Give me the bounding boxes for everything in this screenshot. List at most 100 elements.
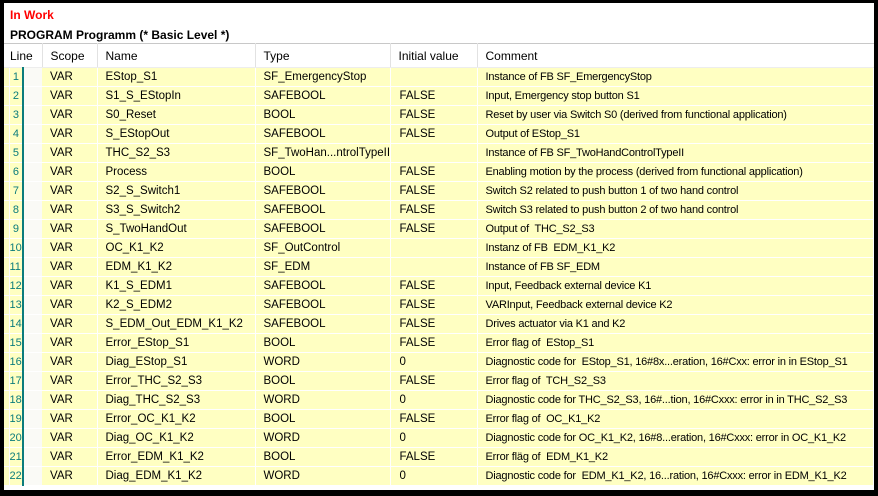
name-cell[interactable]: Diag_EDM_K1_K2 xyxy=(97,467,255,486)
line-number[interactable]: 19 xyxy=(9,410,23,429)
line-number[interactable]: 3 xyxy=(9,106,23,125)
line-number[interactable]: 7 xyxy=(9,182,23,201)
type-cell[interactable]: BOOL xyxy=(255,334,390,353)
breakpoint-gutter[interactable] xyxy=(23,106,42,125)
type-cell[interactable]: SAFEBOOL xyxy=(255,277,390,296)
initial-value-cell[interactable]: FALSE xyxy=(390,372,477,391)
initial-value-cell[interactable]: FALSE xyxy=(390,163,477,182)
breakpoint-gutter[interactable] xyxy=(23,353,42,372)
scope-cell[interactable]: VAR xyxy=(42,220,97,239)
scope-cell[interactable]: VAR xyxy=(42,372,97,391)
type-cell[interactable]: BOOL xyxy=(255,163,390,182)
comment-cell[interactable]: Instanz of FB EDM_K1_K2 xyxy=(477,239,874,258)
name-cell[interactable]: Error_EStop_S1 xyxy=(97,334,255,353)
breakpoint-gutter[interactable] xyxy=(23,410,42,429)
breakpoint-gutter[interactable] xyxy=(23,448,42,467)
breakpoint-gutter[interactable] xyxy=(23,125,42,144)
scope-cell[interactable]: VAR xyxy=(42,239,97,258)
comment-cell[interactable]: Diagnostic code for OC_K1_K2, 16#8...era… xyxy=(477,429,874,448)
type-cell[interactable]: WORD xyxy=(255,391,390,410)
name-cell[interactable]: S0_Reset xyxy=(97,106,255,125)
initial-value-cell[interactable]: FALSE xyxy=(390,334,477,353)
initial-value-cell[interactable]: FALSE xyxy=(390,182,477,201)
line-number[interactable]: 15 xyxy=(9,334,23,353)
name-cell[interactable]: OC_K1_K2 xyxy=(97,239,255,258)
line-number[interactable]: 12 xyxy=(9,277,23,296)
scope-cell[interactable]: VAR xyxy=(42,125,97,144)
name-cell[interactable]: Process xyxy=(97,163,255,182)
initial-value-cell[interactable]: FALSE xyxy=(390,277,477,296)
comment-cell[interactable]: VARInput, Feedback external device K2 xyxy=(477,296,874,315)
type-cell[interactable]: WORD xyxy=(255,353,390,372)
name-cell[interactable]: Error_THC_S2_S3 xyxy=(97,372,255,391)
breakpoint-gutter[interactable] xyxy=(23,182,42,201)
name-cell[interactable]: S_EStopOut xyxy=(97,125,255,144)
name-cell[interactable]: Diag_THC_S2_S3 xyxy=(97,391,255,410)
name-cell[interactable]: EStop_S1 xyxy=(97,68,255,87)
comment-cell[interactable]: Drives actuator via K1 and K2 xyxy=(477,315,874,334)
breakpoint-gutter[interactable] xyxy=(23,163,42,182)
breakpoint-gutter[interactable] xyxy=(23,372,42,391)
name-cell[interactable]: Diag_OC_K1_K2 xyxy=(97,429,255,448)
line-number[interactable]: 20 xyxy=(9,429,23,448)
name-cell[interactable]: K1_S_EDM1 xyxy=(97,277,255,296)
comment-cell[interactable]: Switch S3 related to push button 2 of tw… xyxy=(477,201,874,220)
scope-cell[interactable]: VAR xyxy=(42,87,97,106)
comment-cell[interactable]: Diagnostic code for EStop_S1, 16#8x...er… xyxy=(477,353,874,372)
scope-cell[interactable]: VAR xyxy=(42,334,97,353)
comment-cell[interactable]: Output of EStop_S1 xyxy=(477,125,874,144)
comment-cell[interactable]: Error fläg of EDM_K1_K2 xyxy=(477,448,874,467)
line-number[interactable]: 18 xyxy=(9,391,23,410)
comment-cell[interactable]: Output of THC_S2_S3 xyxy=(477,220,874,239)
breakpoint-gutter[interactable] xyxy=(23,277,42,296)
comment-cell[interactable]: Error flag of TCH_S2_S3 xyxy=(477,372,874,391)
breakpoint-gutter[interactable] xyxy=(23,258,42,277)
line-number[interactable]: 5 xyxy=(9,144,23,163)
line-number[interactable]: 14 xyxy=(9,315,23,334)
line-number[interactable]: 17 xyxy=(9,372,23,391)
scope-cell[interactable]: VAR xyxy=(42,296,97,315)
type-cell[interactable]: SAFEBOOL xyxy=(255,182,390,201)
initial-value-cell[interactable] xyxy=(390,258,477,277)
line-number[interactable]: 21 xyxy=(9,448,23,467)
scope-cell[interactable]: VAR xyxy=(42,467,97,486)
type-cell[interactable]: WORD xyxy=(255,429,390,448)
comment-cell[interactable]: Instance of FB SF_EDM xyxy=(477,258,874,277)
line-number[interactable]: 9 xyxy=(9,220,23,239)
name-cell[interactable]: EDM_K1_K2 xyxy=(97,258,255,277)
scope-cell[interactable]: VAR xyxy=(42,163,97,182)
breakpoint-gutter[interactable] xyxy=(23,334,42,353)
initial-value-cell[interactable]: FALSE xyxy=(390,201,477,220)
name-cell[interactable]: THC_S2_S3 xyxy=(97,144,255,163)
type-cell[interactable]: BOOL xyxy=(255,372,390,391)
type-cell[interactable]: SAFEBOOL xyxy=(255,201,390,220)
name-cell[interactable]: S_TwoHandOut xyxy=(97,220,255,239)
name-cell[interactable]: S_EDM_Out_EDM_K1_K2 xyxy=(97,315,255,334)
initial-value-cell[interactable]: FALSE xyxy=(390,106,477,125)
type-cell[interactable]: SF_EDM xyxy=(255,258,390,277)
initial-value-cell[interactable]: 0 xyxy=(390,391,477,410)
name-cell[interactable]: K2_S_EDM2 xyxy=(97,296,255,315)
initial-value-cell[interactable]: 0 xyxy=(390,467,477,486)
line-number[interactable]: 22 xyxy=(9,467,23,486)
type-cell[interactable]: SAFEBOOL xyxy=(255,87,390,106)
scope-cell[interactable]: VAR xyxy=(42,258,97,277)
name-cell[interactable]: Error_EDM_K1_K2 xyxy=(97,448,255,467)
name-cell[interactable]: Error_OC_K1_K2 xyxy=(97,410,255,429)
scope-cell[interactable]: VAR xyxy=(42,391,97,410)
initial-value-cell[interactable]: FALSE xyxy=(390,125,477,144)
initial-value-cell[interactable] xyxy=(390,68,477,87)
initial-value-cell[interactable]: FALSE xyxy=(390,87,477,106)
initial-value-cell[interactable]: FALSE xyxy=(390,448,477,467)
type-cell[interactable]: SF_OutControl xyxy=(255,239,390,258)
line-number[interactable]: 11 xyxy=(9,258,23,277)
scope-cell[interactable]: VAR xyxy=(42,410,97,429)
scope-cell[interactable]: VAR xyxy=(42,201,97,220)
breakpoint-gutter[interactable] xyxy=(23,87,42,106)
breakpoint-gutter[interactable] xyxy=(23,296,42,315)
line-number[interactable]: 16 xyxy=(9,353,23,372)
name-cell[interactable]: S1_S_EStopIn xyxy=(97,87,255,106)
breakpoint-gutter[interactable] xyxy=(23,429,42,448)
initial-value-cell[interactable]: FALSE xyxy=(390,220,477,239)
type-cell[interactable]: SAFEBOOL xyxy=(255,296,390,315)
